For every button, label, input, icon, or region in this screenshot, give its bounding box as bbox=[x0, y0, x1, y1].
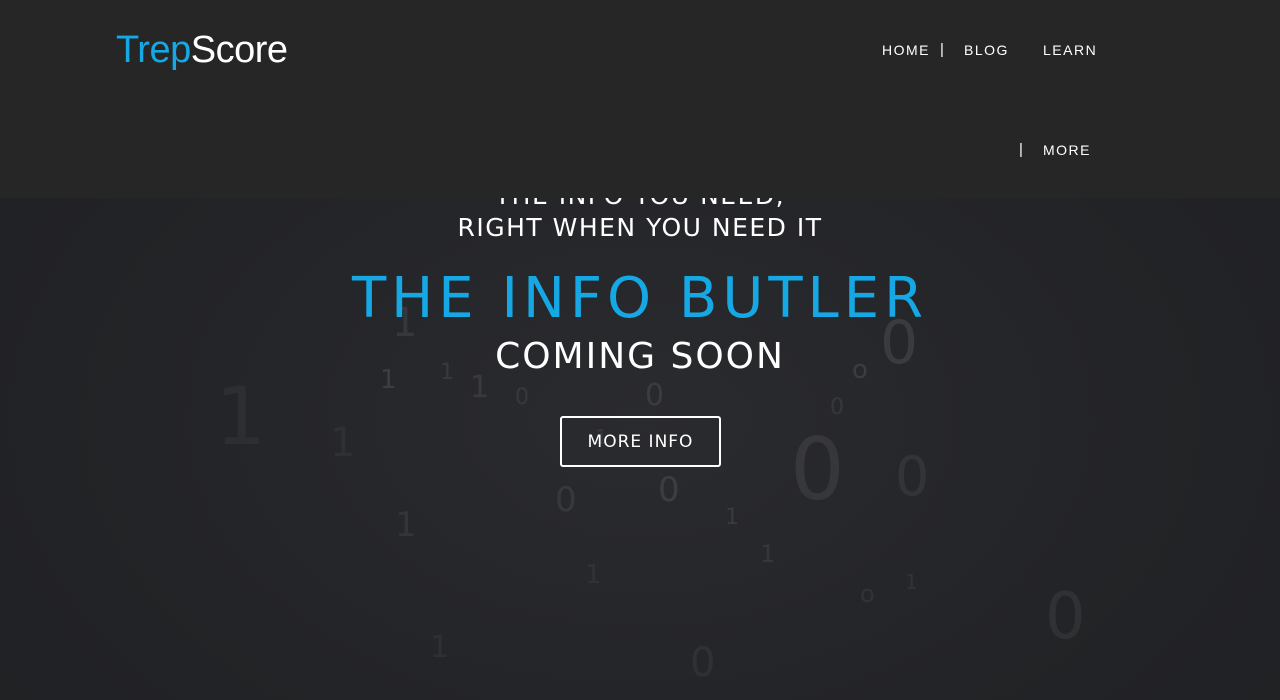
trepscore-logo[interactable]: TrepScore bbox=[116, 28, 288, 72]
bg-digit: 0 bbox=[895, 445, 930, 508]
bg-digit: 1 bbox=[585, 560, 602, 590]
bg-digit: 1 bbox=[395, 505, 417, 545]
nav-learn[interactable]: LEARN bbox=[1043, 40, 1097, 60]
bg-digit: 0 bbox=[515, 385, 529, 410]
nav-more[interactable]: MORE bbox=[1043, 140, 1091, 160]
bg-digit: 0 bbox=[658, 470, 680, 510]
subheadline: COMING SOON bbox=[495, 336, 785, 377]
bg-digit: 0 bbox=[690, 640, 716, 686]
logo-trep: Trep bbox=[116, 29, 191, 71]
nav-separator: | bbox=[1019, 141, 1023, 158]
nav-home[interactable]: HOME bbox=[882, 40, 930, 60]
tagline-line-2: RIGHT WHEN YOU NEED IT bbox=[457, 213, 823, 242]
bg-digit: 1 bbox=[430, 630, 450, 665]
more-info-button[interactable]: MORE INFO bbox=[560, 416, 721, 467]
page: 1 1 1 1 0 0 1 0 0 1 1 0 o 0 0 0 1 1 0 1 … bbox=[0, 0, 1280, 700]
bg-digit: 0 bbox=[790, 420, 845, 520]
bg-digit: 1 bbox=[760, 540, 776, 568]
nav-separator: | bbox=[940, 41, 944, 58]
site-header: TrepScore HOME | BLOG LEARN | MORE bbox=[0, 0, 1280, 198]
bg-digit: 0 bbox=[645, 378, 665, 413]
headline: THE INFO BUTLER bbox=[351, 266, 929, 331]
bg-digit: o bbox=[860, 580, 875, 608]
logo-score: Score bbox=[190, 29, 288, 71]
bg-digit: 1 bbox=[330, 420, 355, 466]
bg-digit: 0 bbox=[1045, 580, 1086, 654]
bg-digit: 0 bbox=[555, 480, 577, 520]
bg-digit: 1 bbox=[215, 370, 266, 463]
nav-blog[interactable]: BLOG bbox=[964, 40, 1009, 60]
bg-digit: 0 bbox=[830, 395, 844, 420]
bg-digit: 1 bbox=[725, 505, 739, 530]
bg-digit: 1 bbox=[905, 570, 918, 594]
